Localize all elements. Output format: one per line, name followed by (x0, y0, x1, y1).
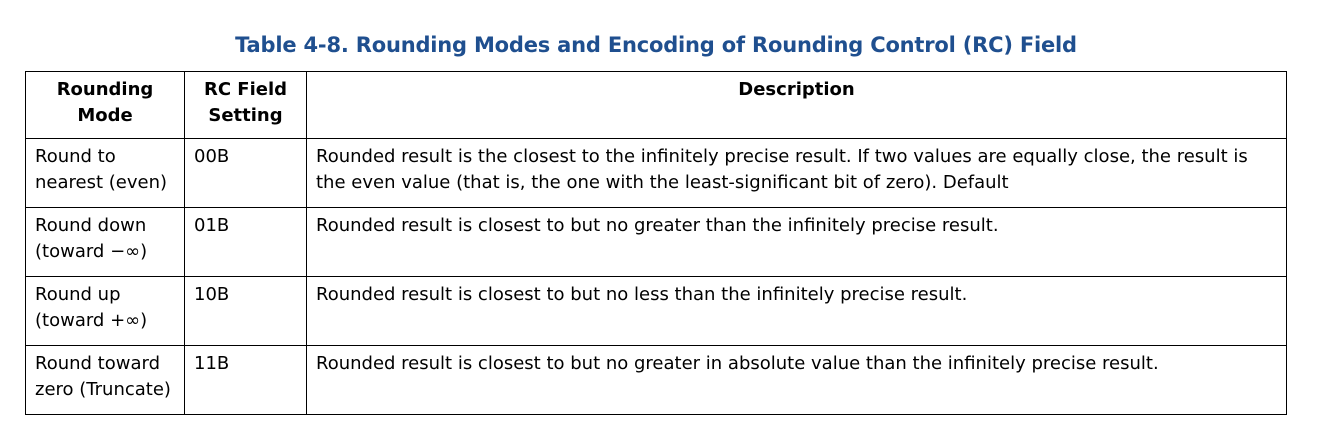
header-rounding-mode: Rounding Mode (25, 71, 185, 139)
rounding-mode-text: Round down (toward −∞) (35, 215, 148, 262)
table-row: Round toward zero (Truncate) 11B Rounded… (25, 345, 1287, 415)
cell-rc-setting: 01B (184, 207, 307, 277)
cell-description: Rounded result is closest to but no less… (306, 276, 1287, 346)
table-row: Round to nearest (even) 00B Rounded resu… (25, 138, 1287, 208)
rc-setting-text: 01B (194, 215, 230, 236)
rc-setting-text: 11B (194, 353, 230, 374)
cell-rounding-mode: Round to nearest (even) (25, 138, 185, 208)
description-text: Rounded result is closest to but no less… (316, 284, 968, 305)
rounding-mode-text: Round up (toward +∞) (35, 284, 148, 331)
cell-rc-setting: 10B (184, 276, 307, 346)
header-rc-field-setting: RC Field Setting (184, 71, 307, 139)
rounding-mode-text: Round toward zero (Truncate) (35, 353, 171, 400)
rc-setting-text: 00B (194, 146, 230, 167)
table-row: Round up (toward +∞) 10B Rounded result … (25, 276, 1287, 346)
cell-description: Rounded result is closest to but no grea… (306, 207, 1287, 277)
cell-rc-setting: 00B (184, 138, 307, 208)
table-row: Round down (toward −∞) 01B Rounded resul… (25, 207, 1287, 277)
description-text: Rounded result is closest to but no grea… (316, 215, 999, 236)
header-description: Description (306, 71, 1287, 139)
cell-rounding-mode: Round toward zero (Truncate) (25, 345, 185, 415)
rounding-modes-table: Rounding Mode RC Field Setting Descripti… (25, 71, 1287, 415)
rc-setting-text: 10B (194, 284, 230, 305)
cell-description: Rounded result is the closest to the inf… (306, 138, 1287, 208)
table-caption: Table 4-8. Rounding Modes and Encoding o… (235, 33, 1077, 57)
rounding-mode-text: Round to nearest (even) (35, 146, 168, 193)
cell-rounding-mode: Round up (toward +∞) (25, 276, 185, 346)
cell-rc-setting: 11B (184, 345, 307, 415)
cell-description: Rounded result is closest to but no grea… (306, 345, 1287, 415)
description-text: Rounded result is closest to but no grea… (316, 353, 1159, 374)
description-text: Rounded result is the closest to the inf… (316, 146, 1248, 193)
header-row: Rounding Mode RC Field Setting Descripti… (25, 71, 1287, 139)
cell-rounding-mode: Round down (toward −∞) (25, 207, 185, 277)
